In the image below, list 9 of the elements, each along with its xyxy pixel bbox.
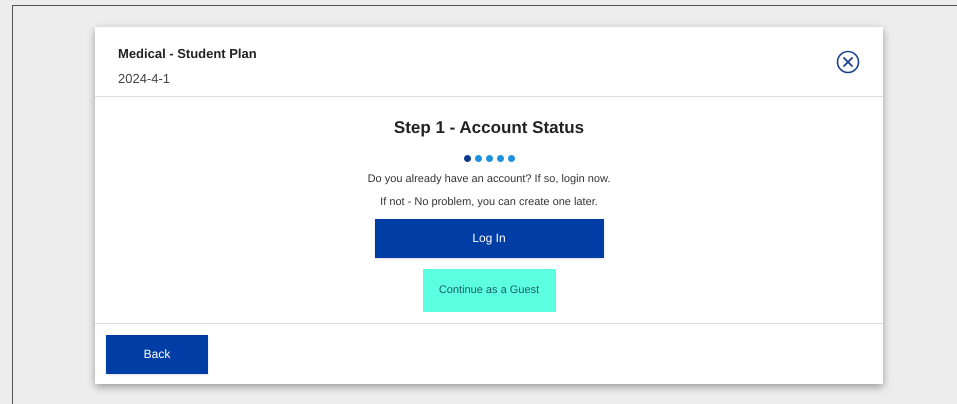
back-button[interactable]: Back [106,334,208,374]
account-note: If not - No problem, you can create one later. [380,195,598,210]
step-title: Step 1 - Account Status [394,117,584,139]
login-button[interactable]: Log In [374,218,604,258]
account-question: Do you already have an account? If so, login now. [368,172,610,186]
guest-button[interactable]: Continue as a Guest [422,268,556,312]
close-icon[interactable] [836,50,860,74]
plan-date: 2024-4-1 [118,70,172,88]
plan-title: Medical - Student Plan [118,45,257,63]
